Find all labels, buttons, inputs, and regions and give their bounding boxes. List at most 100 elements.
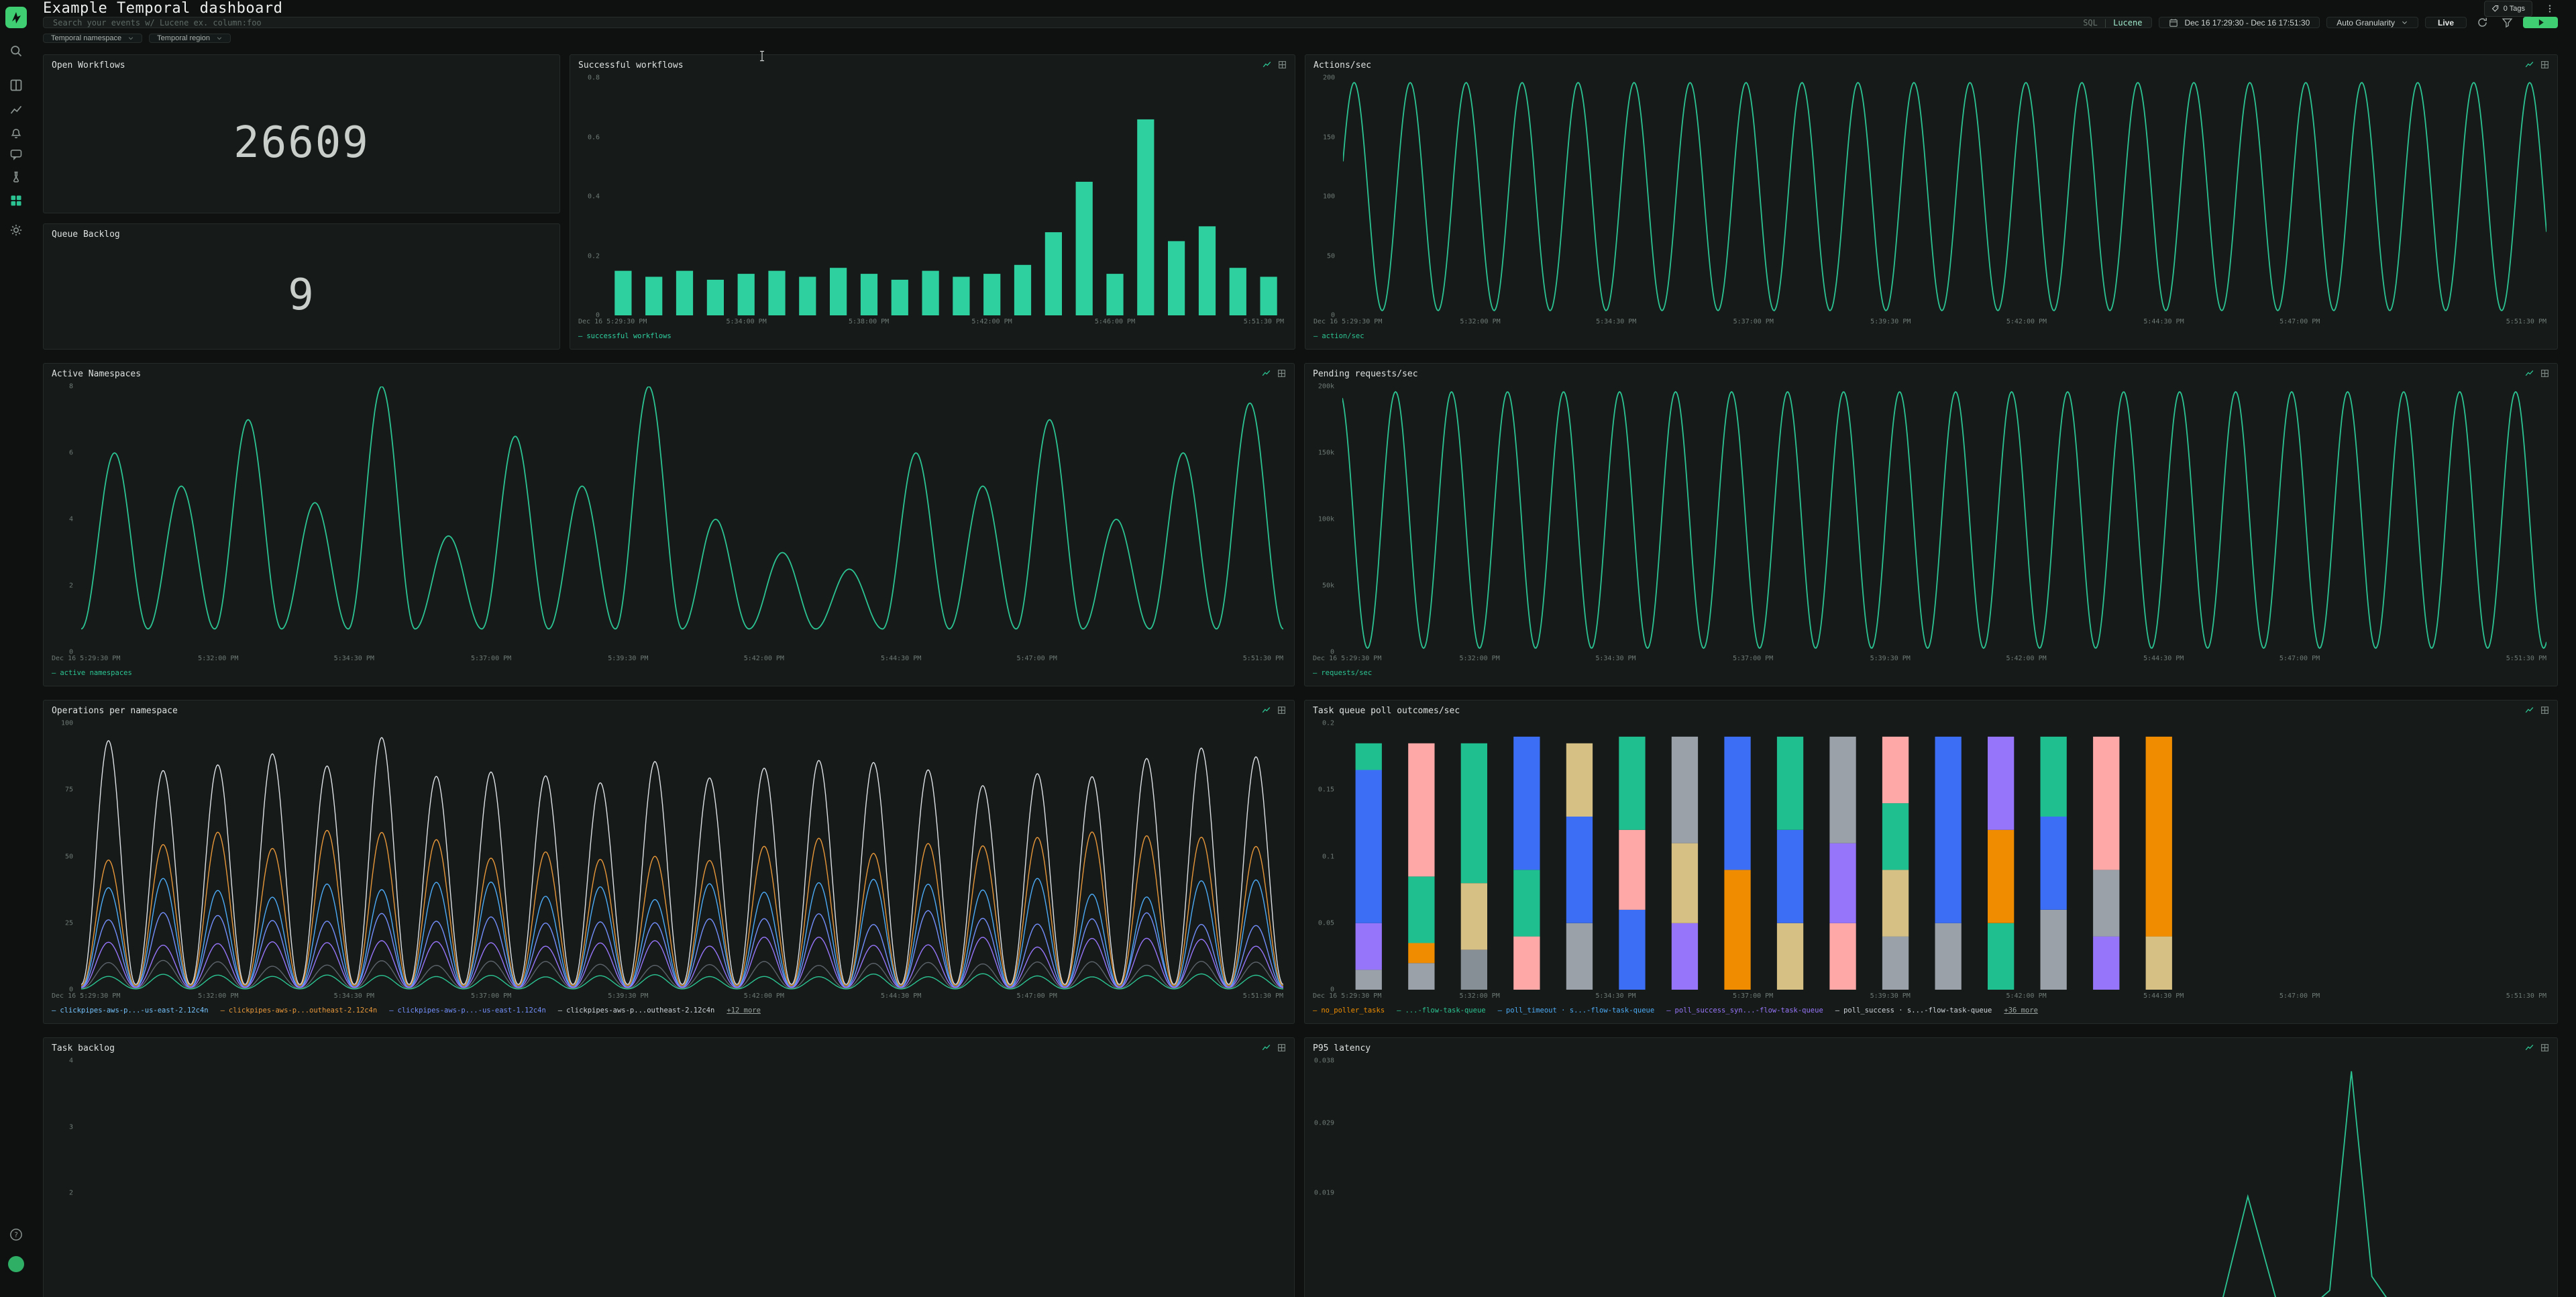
chart-plot[interactable] xyxy=(608,78,1284,315)
time-range-picker[interactable]: Dec 16 17:29:30 - Dec 16 17:51:30 xyxy=(2159,17,2320,28)
legend-item[interactable]: —poll_success · s...-flow-task-queue xyxy=(1835,1006,1992,1015)
y-axis-label: 0.038 xyxy=(1314,1057,1334,1065)
x-axis-label: 5:42:00 PM xyxy=(744,992,784,1000)
y-axis-label: 2 xyxy=(69,1190,73,1197)
app-logo[interactable] xyxy=(5,7,27,28)
legend-item[interactable]: —requests/sec xyxy=(1313,669,1372,677)
legend-item[interactable]: —clickpipes-aws-p...-us-east-1.12c4n xyxy=(389,1006,546,1015)
sql-toggle[interactable]: SQL xyxy=(2083,18,2098,28)
y-axis-label: 2 xyxy=(69,582,73,590)
y-axis: 0.0380.0290.019 xyxy=(1313,1061,1338,1297)
x-axis-label: 5:47:00 PM xyxy=(2279,655,2320,662)
table-toggle-icon[interactable] xyxy=(2540,706,2549,715)
legend-item[interactable]: —active namespaces xyxy=(52,669,132,677)
board-icon[interactable] xyxy=(9,79,23,92)
table-toggle-icon[interactable] xyxy=(1277,1043,1286,1052)
y-axis-label: 25 xyxy=(65,919,73,927)
legend-item[interactable]: —clickpipes-aws-p...outheast-2.12c4n xyxy=(558,1006,715,1015)
panel-successful-workflows: Successful workflows 0.80.60.40.20 Dec 1… xyxy=(570,54,1295,350)
granularity-select[interactable]: Auto Granularity xyxy=(2326,17,2418,28)
user-avatar[interactable] xyxy=(8,1256,24,1272)
legend-item[interactable]: —clickpipes-aws-p...-us-east-2.12c4n xyxy=(52,1006,209,1015)
legend-item[interactable]: —action/sec xyxy=(1313,332,1364,340)
table-toggle-icon[interactable] xyxy=(2540,369,2549,378)
legend-item[interactable]: —clickpipes-aws-p...outheast-2.12c4n xyxy=(221,1006,378,1015)
chart-legend: —active namespaces xyxy=(52,666,1286,680)
table-toggle-icon[interactable] xyxy=(1277,706,1286,715)
x-axis-label: 5:39:30 PM xyxy=(1870,318,1911,325)
legend-item[interactable]: —no_poller_tasks xyxy=(1313,1006,1385,1015)
legend-item[interactable]: —poll_success_syn...-flow-task-queue xyxy=(1666,1006,1823,1015)
line-chart-toggle-icon[interactable] xyxy=(1262,369,1271,378)
table-toggle-icon[interactable] xyxy=(1278,60,1287,69)
table-toggle-icon[interactable] xyxy=(2540,1043,2549,1052)
filter-temporal-region[interactable]: Temporal region xyxy=(149,34,231,43)
y-axis-label: 0.15 xyxy=(1318,786,1334,794)
chart-line-icon[interactable] xyxy=(9,103,23,117)
y-axis-label: 100k xyxy=(1318,516,1334,523)
query-language-toggle: SQL | Lucene xyxy=(2083,18,2142,28)
line-chart-toggle-icon[interactable] xyxy=(2525,60,2534,69)
x-axis: Dec 16 5:29:30 PM5:32:00 PM5:34:30 PM5:3… xyxy=(1313,317,2549,329)
panel-title: Pending requests/sec xyxy=(1313,369,1418,379)
chart-legend: —requests/sec xyxy=(1313,666,2549,680)
x-axis-label: 5:44:30 PM xyxy=(2143,655,2184,662)
panel-task-backlog: Task backlog 432 xyxy=(43,1037,1295,1297)
line-chart-toggle-icon[interactable] xyxy=(2525,369,2534,378)
dashboards-icon[interactable] xyxy=(9,194,23,207)
kebab-menu-icon[interactable] xyxy=(2542,4,2558,13)
help-icon[interactable]: ? xyxy=(9,1228,23,1241)
panel-title: Actions/sec xyxy=(1313,60,1371,70)
svg-text:?: ? xyxy=(14,1231,18,1239)
tags-badge[interactable]: 0 Tags xyxy=(2484,1,2532,17)
filter-temporal-namespace[interactable]: Temporal namespace xyxy=(43,34,142,43)
x-axis-label: 5:34:30 PM xyxy=(334,992,374,1000)
chart-plot[interactable] xyxy=(1343,78,2546,315)
x-axis-label: Dec 16 5:29:30 PM xyxy=(1313,318,1382,325)
y-axis-label: 100 xyxy=(61,720,73,727)
legend-more-link[interactable]: +12 more xyxy=(727,1006,761,1015)
x-axis-label: 5:44:30 PM xyxy=(881,655,921,662)
run-query-button[interactable] xyxy=(2523,17,2558,28)
panel-task-queue-poll-outcomes: Task queue poll outcomes/sec 0.20.150.10… xyxy=(1304,700,2558,1024)
legend-item[interactable]: —...-flow-task-queue xyxy=(1397,1006,1485,1015)
y-axis-label: 50k xyxy=(1322,582,1334,590)
chart-plot[interactable] xyxy=(1342,723,2546,990)
chart-plot[interactable] xyxy=(81,723,1283,990)
y-axis-label: 200k xyxy=(1318,383,1334,391)
live-label: Live xyxy=(2438,18,2454,28)
line-chart-toggle-icon[interactable] xyxy=(2525,706,2534,715)
bell-icon[interactable] xyxy=(9,126,23,140)
chart-plot[interactable] xyxy=(81,386,1283,652)
live-button[interactable]: Live xyxy=(2425,17,2467,28)
chart-plot[interactable] xyxy=(1342,386,2546,652)
search-row: SQL | Lucene Dec 16 17:29:30 - Dec 16 17… xyxy=(43,17,2558,28)
line-chart-toggle-icon[interactable] xyxy=(2525,1043,2534,1052)
refresh-icon[interactable] xyxy=(2473,17,2491,28)
flask-icon[interactable] xyxy=(9,170,23,184)
legend-item[interactable]: —successful workflows xyxy=(578,332,672,340)
search-input[interactable] xyxy=(53,18,2083,28)
chart-plot[interactable] xyxy=(1342,1061,2546,1297)
line-chart-toggle-icon[interactable] xyxy=(1262,706,1271,715)
chart-plot[interactable] xyxy=(81,1061,1283,1297)
x-axis-label: 5:32:00 PM xyxy=(198,992,238,1000)
x-axis-label: 5:34:30 PM xyxy=(334,655,374,662)
line-chart-toggle-icon[interactable] xyxy=(1262,1043,1271,1052)
y-axis-label: 0 xyxy=(1330,986,1334,994)
legend-more-link[interactable]: +36 more xyxy=(2004,1006,2038,1015)
chat-icon[interactable] xyxy=(9,148,23,161)
search-icon[interactable] xyxy=(9,44,23,58)
lucene-toggle[interactable]: Lucene xyxy=(2113,18,2142,28)
language-divider: | xyxy=(2103,18,2108,28)
filter-icon[interactable] xyxy=(2498,17,2516,28)
x-axis-label: 5:37:00 PM xyxy=(471,992,511,1000)
line-chart-toggle-icon[interactable] xyxy=(1263,60,1271,69)
panel-title: Successful workflows xyxy=(578,60,684,70)
table-toggle-icon[interactable] xyxy=(1277,369,1286,378)
table-toggle-icon[interactable] xyxy=(2540,60,2549,69)
dashboard-grid: Open Workflows 26609 Queue Backlog 9 Suc… xyxy=(43,54,2558,1297)
legend-item[interactable]: —poll_timeout · s...-flow-task-queue xyxy=(1498,1006,1655,1015)
y-axis-label: 200 xyxy=(1323,74,1335,82)
gear-icon[interactable] xyxy=(9,223,23,237)
